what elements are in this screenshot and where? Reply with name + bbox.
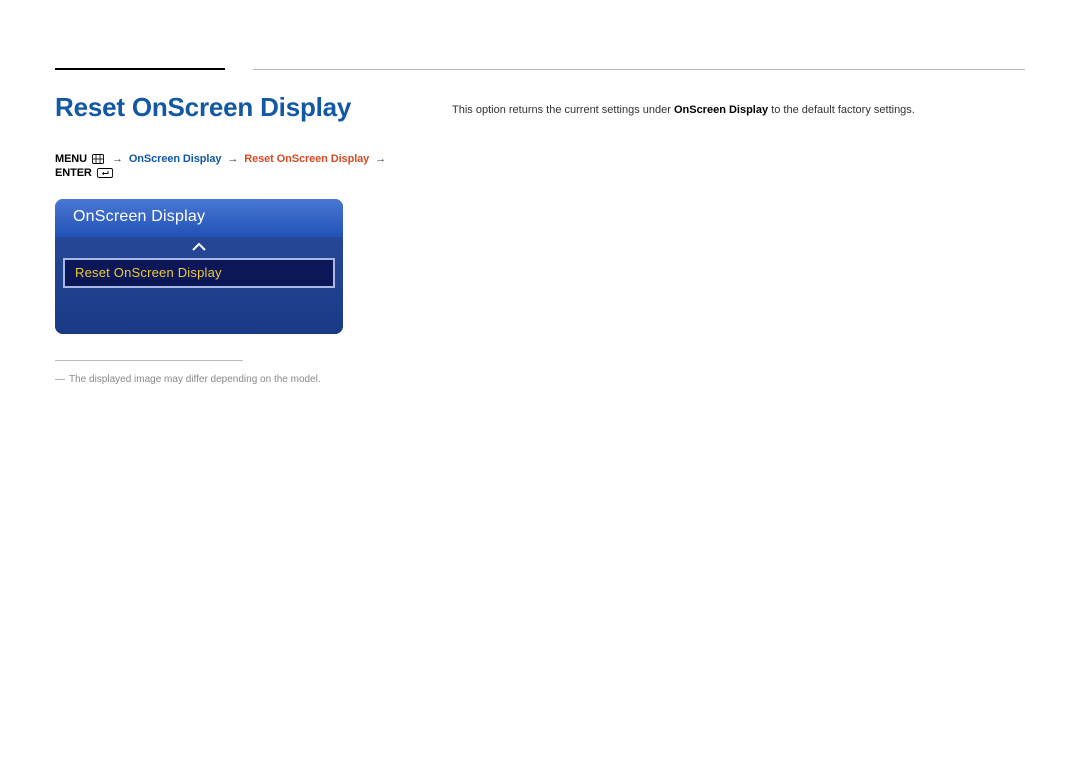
description-bold: OnScreen Display xyxy=(674,104,768,116)
left-column: Reset OnScreen Display MENU → OnScreen D… xyxy=(55,92,395,386)
manual-page: Reset OnScreen Display MENU → OnScreen D… xyxy=(0,0,1080,763)
chevron-up-icon xyxy=(191,239,207,255)
osd-item-reset-onscreen-display[interactable]: Reset OnScreen Display xyxy=(63,258,335,288)
description-post: to the default factory settings. xyxy=(768,104,915,116)
breadcrumb-menu-label: MENU xyxy=(55,153,87,165)
breadcrumb-level1: OnScreen Display xyxy=(129,153,222,165)
page-title: Reset OnScreen Display xyxy=(55,92,395,123)
footnote-text: The displayed image may differ depending… xyxy=(69,374,321,385)
section-rule-short xyxy=(55,68,225,70)
osd-panel: OnScreen Display Reset OnScreen Display xyxy=(55,199,343,334)
description-pre: This option returns the current settings… xyxy=(452,104,674,116)
footnote-rule xyxy=(55,360,243,361)
breadcrumb: MENU → OnScreen Display → Reset OnScreen… xyxy=(55,153,395,181)
breadcrumb-level2: Reset OnScreen Display xyxy=(244,153,369,165)
breadcrumb-arrow-2: → xyxy=(224,153,241,165)
breadcrumb-enter-label: ENTER xyxy=(55,167,92,179)
description: This option returns the current settings… xyxy=(452,103,1025,118)
footnote-block: ―The displayed image may differ dependin… xyxy=(55,360,343,386)
breadcrumb-arrow-3: → xyxy=(372,153,389,165)
osd-panel-title: OnScreen Display xyxy=(55,199,343,237)
footnote: ―The displayed image may differ dependin… xyxy=(55,373,343,386)
osd-scroll-up[interactable] xyxy=(55,237,343,258)
menu-grid-icon xyxy=(92,154,104,167)
breadcrumb-arrow-1: → xyxy=(109,153,126,165)
osd-panel-footer xyxy=(55,296,343,334)
osd-item-container: Reset OnScreen Display xyxy=(55,258,343,296)
footnote-dash: ― xyxy=(55,374,69,385)
section-rule-long xyxy=(253,69,1025,70)
enter-return-icon xyxy=(97,168,113,181)
